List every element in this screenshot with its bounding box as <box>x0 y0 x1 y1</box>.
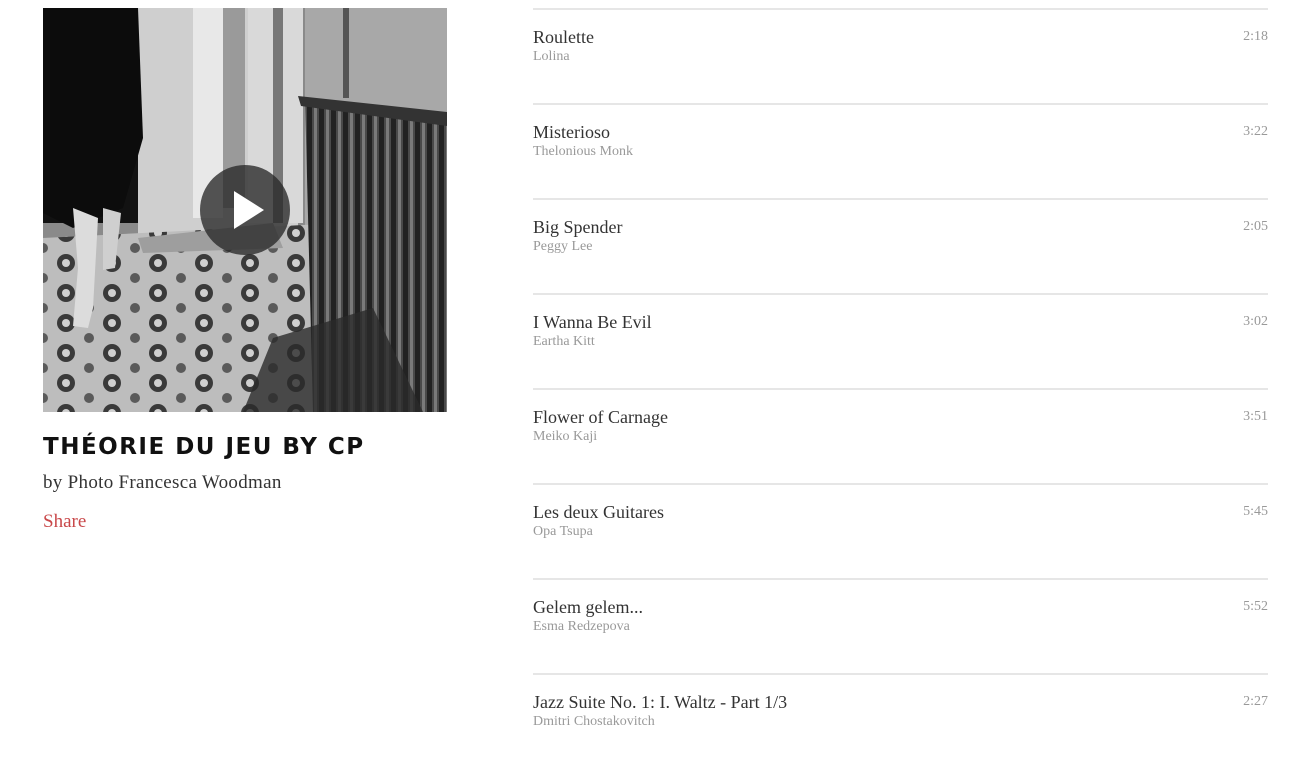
playlist-byline: by Photo Francesca Woodman <box>43 472 282 493</box>
playlist-title: THÉORIE DU JEU BY CP <box>43 434 365 460</box>
track-row[interactable]: Les deux Guitares Opa Tsupa 5:45 <box>533 483 1268 578</box>
track-duration: 5:45 <box>1243 504 1268 519</box>
track-artist: Esma Redzepova <box>533 619 630 634</box>
track-title: Roulette <box>533 27 594 47</box>
track-title: Gelem gelem... <box>533 597 643 617</box>
track-artist: Opa Tsupa <box>533 524 593 539</box>
track-artist: Eartha Kitt <box>533 334 595 349</box>
track-artist: Meiko Kaji <box>533 429 598 444</box>
track-row[interactable]: Big Spender Peggy Lee 2:05 <box>533 198 1268 293</box>
track-list: Roulette Lolina 2:18 Misterioso Thelonio… <box>533 8 1268 768</box>
track-title: Misterioso <box>533 122 611 142</box>
track-title: Jazz Suite No. 1: I. Waltz - Part 1/3 <box>533 692 788 712</box>
track-title: I Wanna Be Evil <box>533 312 652 332</box>
track-duration: 2:27 <box>1243 694 1268 709</box>
track-duration: 5:52 <box>1243 599 1268 614</box>
track-row[interactable]: Roulette Lolina 2:18 <box>533 8 1268 103</box>
track-row[interactable]: I Wanna Be Evil Eartha Kitt 3:02 <box>533 293 1268 388</box>
track-row[interactable]: Misterioso Thelonious Monk 3:22 <box>533 103 1268 198</box>
share-link[interactable]: Share <box>43 511 86 533</box>
play-button[interactable] <box>200 165 290 255</box>
playlist-panel: THÉORIE DU JEU BY CP by Photo Francesca … <box>43 8 447 533</box>
track-duration: 3:02 <box>1243 314 1268 329</box>
track-row[interactable]: Jazz Suite No. 1: I. Waltz - Part 1/3 Dm… <box>533 673 1268 768</box>
track-title: Les deux Guitares <box>533 502 664 522</box>
track-row[interactable]: Flower of Carnage Meiko Kaji 3:51 <box>533 388 1268 483</box>
play-icon <box>234 191 264 229</box>
track-duration: 2:05 <box>1243 219 1268 234</box>
track-artist: Lolina <box>533 49 570 64</box>
track-duration: 3:51 <box>1243 409 1268 424</box>
track-duration: 2:18 <box>1243 29 1268 44</box>
track-title: Flower of Carnage <box>533 407 668 427</box>
cover-image[interactable] <box>43 8 447 412</box>
track-duration: 3:22 <box>1243 124 1268 139</box>
track-artist: Dmitri Chostakovitch <box>533 714 655 729</box>
track-title: Big Spender <box>533 217 623 237</box>
track-artist: Thelonious Monk <box>533 144 633 159</box>
track-row[interactable]: Gelem gelem... Esma Redzepova 5:52 <box>533 578 1268 673</box>
track-artist: Peggy Lee <box>533 239 593 254</box>
